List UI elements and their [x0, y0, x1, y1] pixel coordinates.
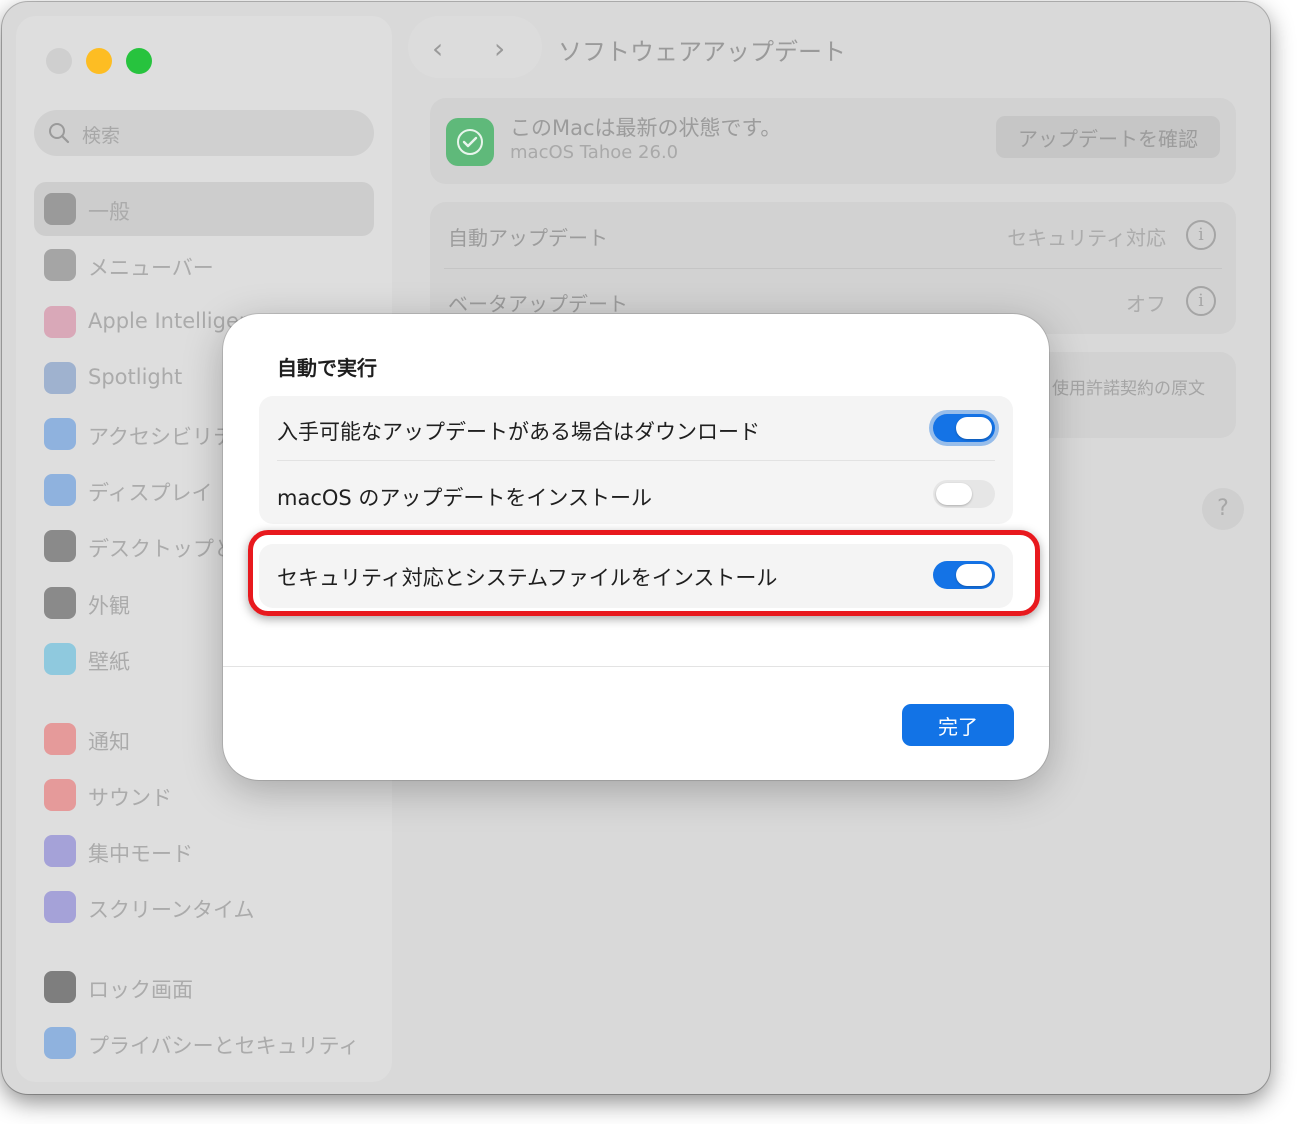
sidebar-item[interactable]: メニューバー	[34, 238, 374, 292]
sidebar-item-label: Spotlight	[88, 365, 183, 389]
sidebar-item-label: ディスプレイ	[88, 481, 213, 505]
checkmark-icon	[457, 129, 483, 155]
download-updates-toggle[interactable]	[933, 414, 995, 442]
appearance-icon	[44, 587, 76, 619]
close-window-button[interactable]	[46, 48, 72, 74]
status-card: このMacは最新の状態です。 macOS Tahoe 26.0 アップデートを確…	[430, 98, 1236, 184]
help-button[interactable]: ?	[1202, 488, 1244, 530]
forward-button[interactable]: ›	[494, 32, 505, 65]
download-updates-label: 入手可能なアップデートがある場合はダウンロード	[277, 420, 760, 444]
beta-update-value: オフ	[1126, 292, 1166, 316]
os-version: macOS Tahoe 26.0	[510, 142, 679, 163]
focus-icon	[44, 835, 76, 867]
sidebar-item[interactable]: ロック画面	[34, 960, 374, 1014]
toggle-knob	[956, 417, 992, 439]
highlight-annotation	[248, 530, 1040, 616]
install-macos-toggle[interactable]	[933, 480, 995, 508]
up-to-date-icon	[446, 118, 494, 166]
search-icon	[49, 123, 70, 144]
row-divider	[444, 268, 1222, 269]
spotlight-icon	[44, 362, 76, 394]
dock-icon	[44, 530, 76, 562]
minimize-window-button[interactable]	[86, 48, 112, 74]
license-link[interactable]: 使用許諾契約の原文	[1052, 374, 1205, 399]
license-card: 使用許諾契約の原文	[1032, 352, 1236, 438]
lock-icon	[44, 971, 76, 1003]
status-title: このMacは最新の状態です。	[510, 116, 782, 140]
search-field[interactable]: 検索	[34, 110, 374, 156]
search-placeholder: 検索	[82, 125, 121, 147]
sidebar-item-label: メニューバー	[88, 256, 214, 280]
sidebar-item-label: ロック画面	[88, 978, 193, 1002]
wallpaper-icon	[44, 643, 76, 675]
notifications-icon	[44, 723, 76, 755]
sidebar-item-label: 壁紙	[88, 650, 130, 674]
hand-icon	[44, 1027, 76, 1059]
sidebar-item-label: サウンド	[88, 786, 172, 810]
sidebar-item-label: スクリーンタイム	[88, 898, 255, 922]
auto-update-value: セキュリティ対応	[1007, 226, 1166, 250]
page-title: ソフトウェアアップデート	[558, 38, 846, 66]
toggle-knob	[936, 483, 972, 505]
sidebar-item-label: 外観	[88, 594, 130, 618]
done-button[interactable]: 完了	[902, 704, 1014, 746]
info-icon[interactable]: i	[1186, 286, 1216, 316]
sidebar-item[interactable]: 一般	[34, 182, 374, 236]
auto-update-label: 自動アップデート	[448, 226, 608, 250]
menubar-icon	[44, 249, 76, 281]
sidebar-item-label: 一般	[88, 200, 130, 224]
check-updates-button[interactable]: アップデートを確認	[996, 116, 1220, 158]
sidebar-item[interactable]: 集中モード	[34, 824, 374, 878]
screentime-icon	[44, 891, 76, 923]
back-button[interactable]: ‹	[432, 32, 443, 65]
sidebar-item-label: 集中モード	[88, 842, 193, 866]
navigation-buttons: ‹ ›	[408, 16, 542, 78]
maximize-window-button[interactable]	[126, 48, 152, 74]
info-icon[interactable]: i	[1186, 220, 1216, 250]
accessibility-icon	[44, 418, 76, 450]
display-icon	[44, 474, 76, 506]
dialog-heading: 自動で実行	[277, 356, 377, 380]
sidebar-item-label: プライバシーとセキュリティ	[88, 1034, 360, 1058]
install-macos-label: macOS のアップデートをインストール	[277, 486, 652, 510]
sidebar-item[interactable]: プライバシーとセキュリティ	[34, 1016, 374, 1070]
dialog-separator	[223, 666, 1049, 667]
gear-icon	[44, 193, 76, 225]
apple-intelligence-icon	[44, 306, 76, 338]
sound-icon	[44, 779, 76, 811]
option-divider	[277, 460, 995, 461]
sidebar-item-label: 通知	[88, 730, 130, 754]
beta-update-label: ベータアップデート	[448, 292, 628, 316]
options-group: 入手可能なアップデートがある場合はダウンロード macOS のアップデートをイン…	[259, 396, 1013, 524]
sidebar-item[interactable]: スクリーンタイム	[34, 880, 374, 934]
